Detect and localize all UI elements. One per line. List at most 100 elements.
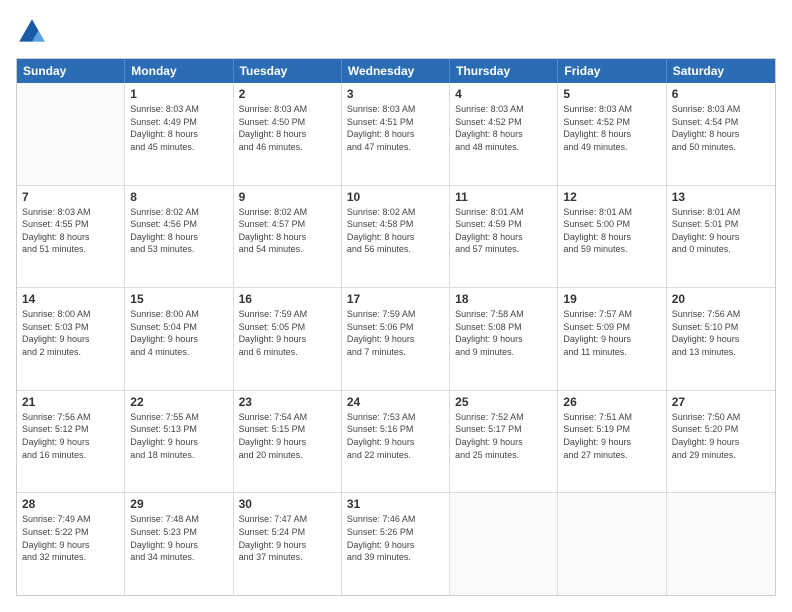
cell-info: Sunrise: 7:59 AMSunset: 5:06 PMDaylight:… — [347, 308, 444, 358]
calendar-body: 1 Sunrise: 8:03 AMSunset: 4:49 PMDaylight… — [17, 83, 775, 595]
weekday-header-tuesday: Tuesday — [234, 59, 342, 83]
calendar-cell: 13 Sunrise: 8:01 AMSunset: 5:01 PMDayligh… — [667, 186, 775, 288]
calendar-cell: 17 Sunrise: 7:59 AMSunset: 5:06 PMDayligh… — [342, 288, 450, 390]
cell-info: Sunrise: 8:01 AMSunset: 4:59 PMDaylight:… — [455, 206, 552, 256]
day-number: 1 — [130, 87, 227, 101]
calendar-row-5: 28 Sunrise: 7:49 AMSunset: 5:22 PMDayligh… — [17, 493, 775, 595]
day-number: 25 — [455, 395, 552, 409]
cell-info: Sunrise: 7:50 AMSunset: 5:20 PMDaylight:… — [672, 411, 770, 461]
cell-info: Sunrise: 8:01 AMSunset: 5:00 PMDaylight:… — [563, 206, 660, 256]
cell-info: Sunrise: 8:01 AMSunset: 5:01 PMDaylight:… — [672, 206, 770, 256]
cell-info: Sunrise: 7:47 AMSunset: 5:24 PMDaylight:… — [239, 513, 336, 563]
day-number: 3 — [347, 87, 444, 101]
calendar-cell: 29 Sunrise: 7:48 AMSunset: 5:23 PMDayligh… — [125, 493, 233, 595]
calendar-cell — [558, 493, 666, 595]
cell-info: Sunrise: 8:03 AMSunset: 4:51 PMDaylight:… — [347, 103, 444, 153]
weekday-header-sunday: Sunday — [17, 59, 125, 83]
calendar-cell: 1 Sunrise: 8:03 AMSunset: 4:49 PMDaylight… — [125, 83, 233, 185]
cell-info: Sunrise: 8:03 AMSunset: 4:55 PMDaylight:… — [22, 206, 119, 256]
cell-info: Sunrise: 8:00 AMSunset: 5:03 PMDaylight:… — [22, 308, 119, 358]
calendar-cell: 20Sunrise: 7:56 AMSunset: 5:10 PMDayligh… — [667, 288, 775, 390]
calendar: SundayMondayTuesdayWednesdayThursdayFrid… — [16, 58, 776, 596]
day-number: 10 — [347, 190, 444, 204]
cell-info: Sunrise: 7:48 AMSunset: 5:23 PMDaylight:… — [130, 513, 227, 563]
weekday-header-wednesday: Wednesday — [342, 59, 450, 83]
cell-info: Sunrise: 7:53 AMSunset: 5:16 PMDaylight:… — [347, 411, 444, 461]
calendar-cell: 16Sunrise: 7:59 AMSunset: 5:05 PMDayligh… — [234, 288, 342, 390]
calendar-header: SundayMondayTuesdayWednesdayThursdayFrid… — [17, 59, 775, 83]
calendar-cell: 2Sunrise: 8:03 AMSunset: 4:50 PMDaylight… — [234, 83, 342, 185]
cell-info: Sunrise: 8:03 AMSunset: 4:52 PMDaylight:… — [455, 103, 552, 153]
cell-info: Sunrise: 7:52 AMSunset: 5:17 PMDaylight:… — [455, 411, 552, 461]
calendar-cell: 3 Sunrise: 8:03 AMSunset: 4:51 PMDaylight… — [342, 83, 450, 185]
calendar-cell: 6 Sunrise: 8:03 AMSunset: 4:54 PMDaylight… — [667, 83, 775, 185]
calendar-cell: 7Sunrise: 8:03 AMSunset: 4:55 PMDaylight… — [17, 186, 125, 288]
cell-info: Sunrise: 7:58 AMSunset: 5:08 PMDaylight:… — [455, 308, 552, 358]
calendar-row-1: 1 Sunrise: 8:03 AMSunset: 4:49 PMDaylight… — [17, 83, 775, 186]
calendar-cell: 19Sunrise: 7:57 AMSunset: 5:09 PMDayligh… — [558, 288, 666, 390]
day-number: 5 — [563, 87, 660, 101]
day-number: 28 — [22, 497, 119, 511]
calendar-cell: 25 Sunrise: 7:52 AMSunset: 5:17 PMDayligh… — [450, 391, 558, 493]
calendar-cell: 27 Sunrise: 7:50 AMSunset: 5:20 PMDayligh… — [667, 391, 775, 493]
cell-info: Sunrise: 7:54 AMSunset: 5:15 PMDaylight:… — [239, 411, 336, 461]
calendar-cell: 28 Sunrise: 7:49 AMSunset: 5:22 PMDayligh… — [17, 493, 125, 595]
cell-info: Sunrise: 8:03 AMSunset: 4:52 PMDaylight:… — [563, 103, 660, 153]
day-number: 12 — [563, 190, 660, 204]
logo-icon — [16, 16, 48, 48]
calendar-cell — [450, 493, 558, 595]
day-number: 22 — [130, 395, 227, 409]
day-number: 29 — [130, 497, 227, 511]
calendar-cell: 31 Sunrise: 7:46 AMSunset: 5:26 PMDayligh… — [342, 493, 450, 595]
day-number: 26 — [563, 395, 660, 409]
weekday-header-saturday: Saturday — [667, 59, 775, 83]
cell-info: Sunrise: 7:46 AMSunset: 5:26 PMDaylight:… — [347, 513, 444, 563]
day-number: 31 — [347, 497, 444, 511]
calendar-cell: 23 Sunrise: 7:54 AMSunset: 5:15 PMDayligh… — [234, 391, 342, 493]
cell-info: Sunrise: 7:55 AMSunset: 5:13 PMDaylight:… — [130, 411, 227, 461]
weekday-header-thursday: Thursday — [450, 59, 558, 83]
calendar-cell — [17, 83, 125, 185]
calendar-cell: 11Sunrise: 8:01 AMSunset: 4:59 PMDayligh… — [450, 186, 558, 288]
calendar-row-4: 21Sunrise: 7:56 AMSunset: 5:12 PMDayligh… — [17, 391, 775, 494]
day-number: 15 — [130, 292, 227, 306]
day-number: 27 — [672, 395, 770, 409]
calendar-row-2: 7Sunrise: 8:03 AMSunset: 4:55 PMDaylight… — [17, 186, 775, 289]
logo — [16, 16, 52, 48]
cell-info: Sunrise: 7:56 AMSunset: 5:12 PMDaylight:… — [22, 411, 119, 461]
calendar-cell: 9Sunrise: 8:02 AMSunset: 4:57 PMDaylight… — [234, 186, 342, 288]
calendar-cell: 14 Sunrise: 8:00 AMSunset: 5:03 PMDayligh… — [17, 288, 125, 390]
weekday-header-friday: Friday — [558, 59, 666, 83]
cell-info: Sunrise: 7:56 AMSunset: 5:10 PMDaylight:… — [672, 308, 770, 358]
day-number: 19 — [563, 292, 660, 306]
cell-info: Sunrise: 8:02 AMSunset: 4:56 PMDaylight:… — [130, 206, 227, 256]
cell-info: Sunrise: 8:03 AMSunset: 4:49 PMDaylight:… — [130, 103, 227, 153]
page: SundayMondayTuesdayWednesdayThursdayFrid… — [0, 0, 792, 612]
day-number: 17 — [347, 292, 444, 306]
calendar-cell: 21Sunrise: 7:56 AMSunset: 5:12 PMDayligh… — [17, 391, 125, 493]
calendar-cell: 4Sunrise: 8:03 AMSunset: 4:52 PMDaylight… — [450, 83, 558, 185]
cell-info: Sunrise: 8:00 AMSunset: 5:04 PMDaylight:… — [130, 308, 227, 358]
day-number: 14 — [22, 292, 119, 306]
calendar-cell: 12 Sunrise: 8:01 AMSunset: 5:00 PMDayligh… — [558, 186, 666, 288]
calendar-cell: 22 Sunrise: 7:55 AMSunset: 5:13 PMDayligh… — [125, 391, 233, 493]
cell-info: Sunrise: 7:49 AMSunset: 5:22 PMDaylight:… — [22, 513, 119, 563]
day-number: 2 — [239, 87, 336, 101]
day-number: 6 — [672, 87, 770, 101]
calendar-cell: 15 Sunrise: 8:00 AMSunset: 5:04 PMDayligh… — [125, 288, 233, 390]
day-number: 23 — [239, 395, 336, 409]
day-number: 9 — [239, 190, 336, 204]
cell-info: Sunrise: 8:03 AMSunset: 4:54 PMDaylight:… — [672, 103, 770, 153]
cell-info: Sunrise: 8:02 AMSunset: 4:58 PMDaylight:… — [347, 206, 444, 256]
calendar-cell: 18 Sunrise: 7:58 AMSunset: 5:08 PMDayligh… — [450, 288, 558, 390]
day-number: 24 — [347, 395, 444, 409]
day-number: 16 — [239, 292, 336, 306]
header — [16, 16, 776, 48]
calendar-cell: 30Sunrise: 7:47 AMSunset: 5:24 PMDayligh… — [234, 493, 342, 595]
calendar-cell: 10 Sunrise: 8:02 AMSunset: 4:58 PMDayligh… — [342, 186, 450, 288]
calendar-row-3: 14 Sunrise: 8:00 AMSunset: 5:03 PMDayligh… — [17, 288, 775, 391]
day-number: 18 — [455, 292, 552, 306]
weekday-header-monday: Monday — [125, 59, 233, 83]
cell-info: Sunrise: 7:51 AMSunset: 5:19 PMDaylight:… — [563, 411, 660, 461]
day-number: 13 — [672, 190, 770, 204]
